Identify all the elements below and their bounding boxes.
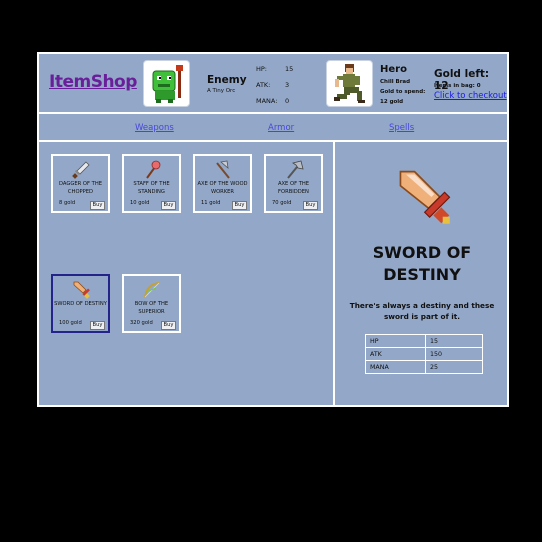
buy-button[interactable]: Buy (90, 321, 105, 330)
item-card-staff[interactable]: STAFF OF THE STANDING 10 gold Buy (122, 154, 181, 213)
buy-button[interactable]: Buy (161, 321, 176, 330)
item-card-sword-destiny[interactable]: SWORD OF DESTINY 100 gold Buy (51, 274, 110, 333)
enemy-hp-value: 15 (285, 65, 294, 73)
detail-description: There's always a destiny and these sword… (349, 301, 495, 321)
item-detail-panel: SWORD OF DESTINY There's always a destin… (333, 142, 507, 405)
detail-stats-table: HP 15 ATK 150 MANA 25 (365, 334, 483, 374)
orc-icon (152, 65, 183, 103)
checkout-link[interactable]: Click to checkout (434, 91, 507, 101)
hero-subtitle: Chill Brad (380, 79, 411, 85)
enemy-subtitle: A Tiny Orc (207, 88, 236, 94)
hero-icon (334, 64, 365, 103)
item-price: 100 gold (59, 320, 82, 326)
enemy-mana-value: 0 (285, 97, 290, 105)
item-card-bow-superior[interactable]: BOW OF THE SUPERIOR 320 gold Buy (122, 274, 181, 333)
item-price: 10 gold (130, 200, 150, 206)
item-card-dagger[interactable]: DAGGER OF THE CHOPPED 8 gold Buy (51, 154, 110, 213)
stat-value: 15 (425, 334, 483, 348)
table-row: MANA 25 (365, 360, 483, 374)
item-name: BOW OF THE SUPERIOR (134, 301, 169, 315)
gold-to-spend-label: Gold to spend: (380, 89, 426, 95)
item-shop-logo[interactable]: ItemShop (49, 72, 137, 92)
header: ItemShop Enemy A Tiny Orc HP: 15 ATK: 3 … (39, 54, 507, 114)
enemy-portrait (143, 60, 190, 107)
item-name: AXE OF THE WOOD WORKER (197, 181, 248, 195)
double-axe-icon (287, 160, 304, 179)
item-name: AXE OF THE FORBIDDEN (277, 181, 310, 195)
enemy-atk-label: ATK: (256, 81, 271, 89)
buy-button[interactable]: Buy (232, 201, 247, 210)
sword-icon (399, 170, 451, 224)
enemy-name: Enemy (207, 74, 247, 86)
buy-button[interactable]: Buy (90, 201, 105, 210)
enemy-hp-label: HP: (256, 65, 267, 73)
category-nav: Weapons Armor Spells (39, 114, 507, 142)
stat-label: HP (365, 334, 426, 348)
item-grid: DAGGER OF THE CHOPPED 8 gold Buy STAFF O… (39, 142, 333, 405)
hero-portrait (326, 60, 373, 107)
sword-icon (73, 281, 90, 299)
hero-name: Hero (380, 64, 407, 75)
item-price: 320 gold (130, 320, 153, 326)
axe-icon (216, 160, 230, 179)
bow-icon (144, 282, 160, 298)
enemy-mana-label: MANA: (256, 97, 278, 105)
staff-icon (146, 160, 161, 179)
table-row: ATK 150 (365, 347, 483, 361)
item-shop-window: ItemShop Enemy A Tiny Orc HP: 15 ATK: 3 … (37, 52, 509, 407)
tab-weapons[interactable]: Weapons (135, 123, 174, 133)
buy-button[interactable]: Buy (303, 201, 318, 210)
gold-to-spend-value: 12 gold (380, 99, 404, 105)
item-card-axe-wood[interactable]: AXE OF THE WOOD WORKER 11 gold Buy (193, 154, 252, 213)
item-name: STAFF OF THE STANDING (133, 181, 170, 195)
tab-armor[interactable]: Armor (268, 123, 294, 133)
table-row: HP 15 (365, 334, 483, 348)
detail-title: SWORD OF DESTINY (372, 243, 472, 284)
stat-label: ATK (365, 347, 426, 361)
stat-value: 150 (425, 347, 483, 361)
stat-value: 25 (425, 360, 483, 374)
items-in-bag: Items in bag: 0 (434, 83, 481, 89)
item-card-axe-forbidden[interactable]: AXE OF THE FORBIDDEN 70 gold Buy (264, 154, 323, 213)
stat-label: MANA (365, 360, 426, 374)
item-name: DAGGER OF THE CHOPPED (59, 181, 102, 195)
item-price: 11 gold (201, 200, 221, 206)
dagger-icon (72, 161, 90, 179)
buy-button[interactable]: Buy (161, 201, 176, 210)
item-name: SWORD OF DESTINY (54, 301, 107, 307)
enemy-atk-value: 3 (285, 81, 290, 89)
tab-spells[interactable]: Spells (389, 123, 414, 133)
item-price: 8 gold (59, 200, 76, 206)
item-price: 70 gold (272, 200, 292, 206)
